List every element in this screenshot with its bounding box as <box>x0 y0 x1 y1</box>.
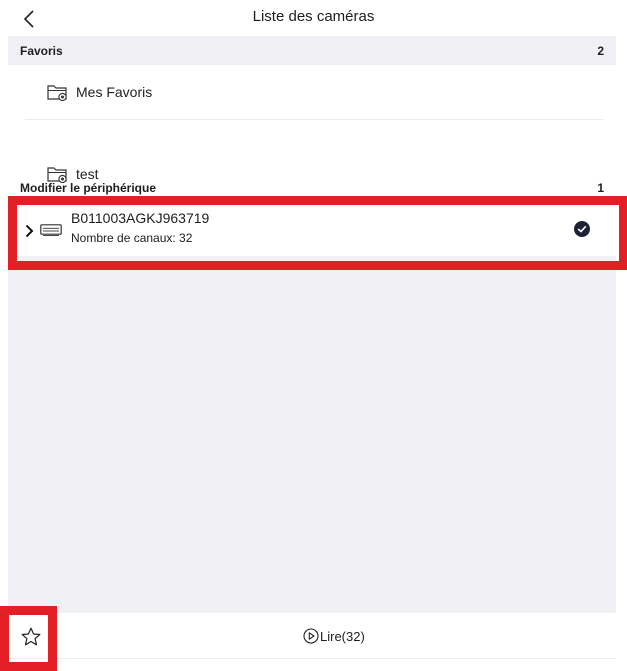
play-all-button[interactable]: Lire(32) <box>303 627 365 645</box>
divider <box>8 658 616 659</box>
dvr-icon <box>40 224 62 236</box>
selected-check-button[interactable] <box>574 221 590 237</box>
camera-list-panel: Favoris 2 Mes Favoris test Modifier le p… <box>8 36 616 613</box>
devices-section-title: Modifier le périphérique <box>20 180 157 195</box>
favorite-item-label: Mes Favoris <box>76 84 153 100</box>
devices-section-header: Modifier le périphérique 1 <box>8 173 616 202</box>
favorites-section-title: Favoris <box>20 43 63 58</box>
bottom-toolbar: Lire(32) <box>0 613 627 671</box>
chevron-right-icon <box>25 224 33 238</box>
folder-star-icon <box>47 85 67 101</box>
device-row[interactable]: B011003AGKJ963719 Nombre de canaux: 32 <box>8 206 616 256</box>
favorites-count: 2 <box>597 43 604 58</box>
device-name: B011003AGKJ963719 <box>71 210 210 226</box>
expand-button[interactable] <box>22 222 36 240</box>
star-outline-icon[interactable] <box>19 625 43 649</box>
header-bar: Liste des caméras <box>0 0 627 36</box>
play-circle-icon <box>303 628 319 644</box>
favorite-item-mes-favoris[interactable]: Mes Favoris <box>25 65 604 120</box>
play-all-label: Lire(32) <box>320 628 365 644</box>
device-channel-count: Nombre de canaux: 32 <box>71 231 193 245</box>
page-title: Liste des caméras <box>252 8 375 25</box>
checkmark-icon <box>577 225 587 233</box>
favorites-section-header: Favoris 2 <box>8 36 616 65</box>
devices-count: 1 <box>597 180 604 195</box>
